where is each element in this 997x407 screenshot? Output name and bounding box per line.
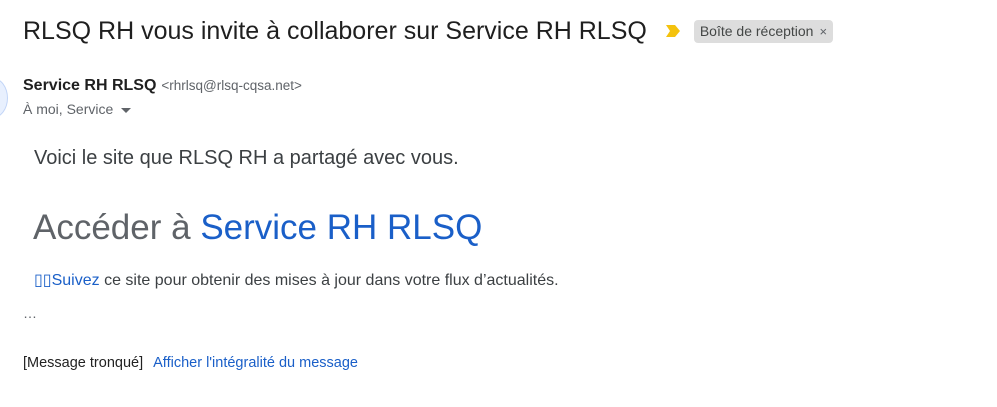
email-subject: RLSQ RH vous invite à collaborer sur Ser… [23,17,647,45]
access-prefix: Accéder à [33,208,201,247]
avatar [0,78,8,118]
sender-email: <rhrlsq@rlsq-cqsa.net> [161,78,302,93]
site-link[interactable]: Service RH RLSQ [200,208,482,247]
follow-description: ce site pour obtenir des mises à jour da… [99,272,559,289]
email-header: RLSQ RH vous invite à collaborer sur Ser… [23,14,834,48]
view-full-message-link[interactable]: Afficher l'intégralité du message [153,355,358,371]
truncated-label: [Message tronqué] [23,355,144,371]
body-intro-text: Voici le site que RLSQ RH a partagé avec… [34,147,459,169]
access-site-heading: Accéder à Service RH RLSQ [33,208,482,248]
inbox-label-chip[interactable]: Boîte de réception × [693,19,834,43]
remove-label-icon[interactable]: × [819,24,827,39]
chevron-down-icon[interactable] [121,107,132,113]
recipients-text: À moi, Service [23,101,114,117]
truncated-message-notice: [Message tronqué] Afficher l'intégralité… [23,355,358,371]
sender-name: Service RH RLSQ [23,77,157,94]
sender-info: Service RH RLSQ <rhrlsq@rlsq-cqsa.net> [23,77,302,95]
follow-site-line: ▯▯Suivez ce site pour obtenir des mises … [34,270,559,290]
importance-marker-icon[interactable] [665,23,681,39]
trimmed-content-ellipsis[interactable]: … [23,305,37,321]
recipient-details-toggle[interactable]: À moi, Service [23,101,132,117]
inbox-label-text: Boîte de réception [699,23,814,39]
follow-link[interactable]: ▯▯Suivez [34,272,100,289]
